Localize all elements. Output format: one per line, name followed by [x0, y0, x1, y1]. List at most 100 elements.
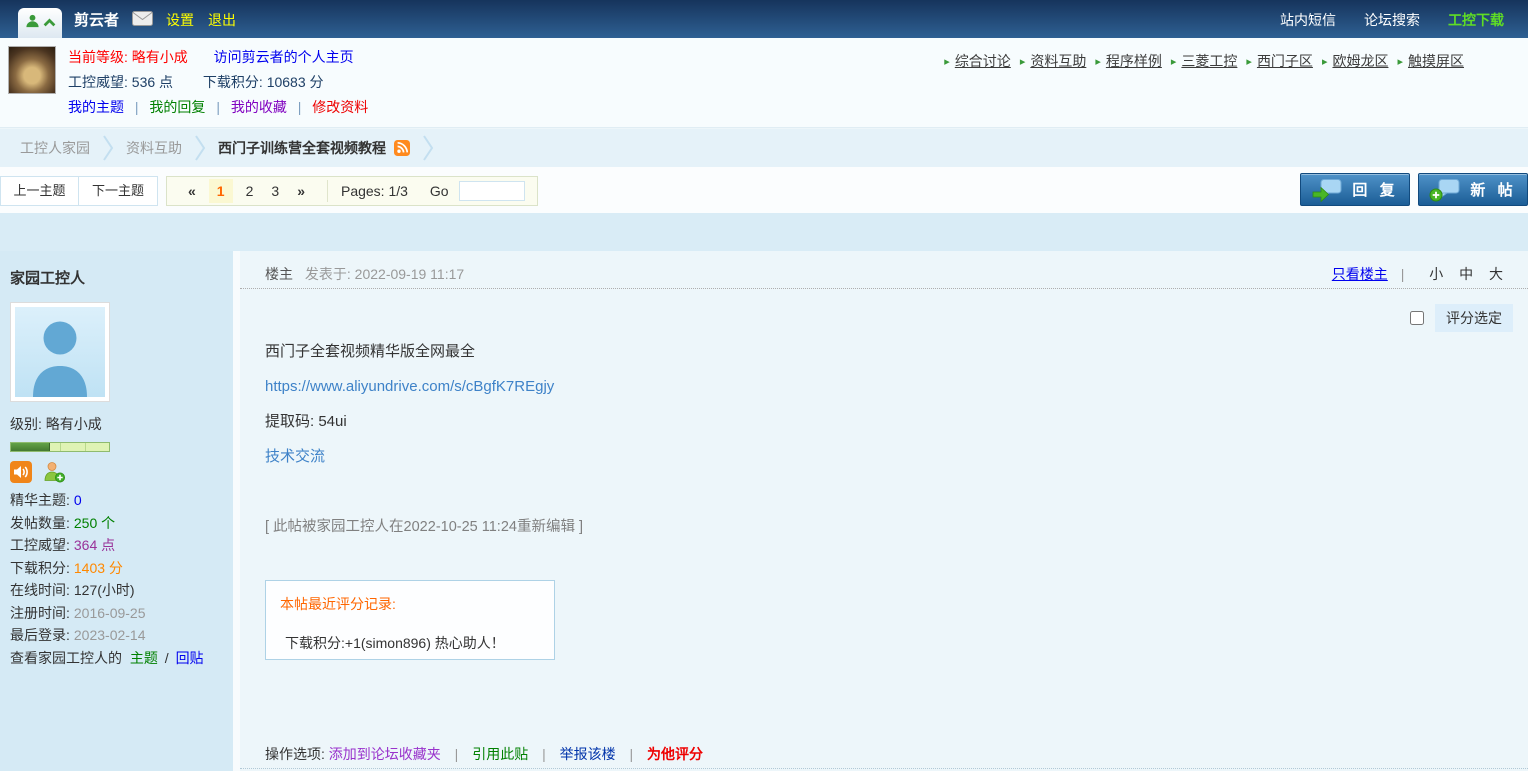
stat-label: 最后登录: [10, 627, 70, 643]
first-page-button[interactable]: « [188, 183, 196, 199]
speaker-icon[interactable] [10, 461, 32, 483]
aliyundrive-link[interactable]: https://www.aliyundrive.com/s/cBgfK7REgj… [265, 378, 554, 395]
breadcrumb: 工控人家园 资料互助 西门子训练营全套视频教程 [0, 129, 1528, 167]
breadcrumb-separator-icon [422, 134, 434, 162]
font-size-medium[interactable]: 中 [1459, 266, 1473, 282]
poster-avatar[interactable] [10, 302, 110, 402]
nav-omron[interactable]: 欧姆龙区 [1332, 51, 1388, 71]
settings-link[interactable]: 设置 [166, 10, 194, 30]
post-text-title: 西门子全套视频精华版全网最全 [265, 343, 1503, 361]
reply-bubble-icon [1311, 178, 1343, 202]
breadcrumb-home[interactable]: 工控人家园 [20, 138, 90, 158]
separator: | [135, 99, 139, 115]
spacer-band [0, 213, 1528, 251]
page-toolbar: 上一主题 下一主题 « 1 2 3 » Pages: 1/3 Go 回 复 新 … [0, 167, 1528, 213]
tech-exchange-link[interactable]: 技术交流 [265, 448, 325, 465]
nav-resource-help[interactable]: 资料互助 [1030, 51, 1086, 71]
current-level-text: 当前等级: 略有小成 [68, 49, 188, 65]
new-post-button[interactable]: 新 帖 [1418, 173, 1528, 206]
level-progress-fill [11, 443, 50, 451]
separator: | [1401, 266, 1405, 282]
only-op-link[interactable]: 只看楼主 [1332, 266, 1388, 282]
post-actions: 操作选项: 添加到论坛收藏夹 | 引用此贴 | 举报该楼 | 为他评分 [240, 744, 1528, 764]
nav-program-samples[interactable]: 程序样例 [1106, 51, 1162, 71]
forum-section-nav: ▸综合讨论 ▸资料互助 ▸程序样例 ▸三菱工控 ▸西门子区 ▸欧姆龙区 ▸触摸屏… [935, 51, 1464, 71]
stat-label: 下载积分: [10, 560, 70, 576]
user-avatar[interactable] [8, 46, 56, 94]
next-topic-button[interactable]: 下一主题 [79, 176, 158, 206]
separator: / [165, 650, 169, 666]
my-favorites-link[interactable]: 我的收藏 [231, 99, 287, 115]
avatar-silhouette-icon [15, 307, 105, 397]
post-extract-code: 提取码: 54ui [265, 413, 1503, 431]
page-button-1[interactable]: 1 [209, 179, 233, 203]
page-go-input[interactable] [459, 181, 525, 201]
poster-panel: 家园工控人 级别: 略有小成 精华主题:0 [0, 251, 233, 771]
chevron-up-icon [43, 14, 56, 32]
logout-link[interactable]: 退出 [208, 10, 236, 30]
rate-select-button[interactable]: 评分选定 [1435, 304, 1513, 332]
topbar-username[interactable]: 剪云者 [74, 9, 119, 30]
edit-note: [ 此帖被家园工控人在2022-10-25 11:24重新编辑 ] [265, 518, 1503, 536]
nav-general-discussion[interactable]: 综合讨论 [955, 51, 1011, 71]
thread-title: 西门子训练营全套视频教程 [218, 138, 386, 158]
forum-thread-page: 剪云者 设置 退出 站内短信 论坛搜索 工控下载 当前等级: 略有小成 访问剪云… [0, 0, 1528, 771]
arrow-bullet-icon: ▸ [1246, 55, 1252, 68]
add-favorite-link[interactable]: 添加到论坛收藏夹 [329, 746, 441, 762]
rate-user-link[interactable]: 为他评分 [647, 746, 703, 762]
stat-prestige: 364 点 [74, 537, 115, 553]
rating-record-title: 本帖最近评分记录: [280, 594, 554, 614]
rate-checkbox[interactable] [1410, 311, 1424, 325]
view-replies-link[interactable]: 回贴 [176, 650, 204, 666]
page-button-3[interactable]: 3 [271, 183, 279, 199]
stat-label: 工控威望: [10, 537, 70, 553]
stat-label: 注册时间: [10, 605, 70, 621]
panel-divider [233, 251, 240, 771]
mail-icon[interactable] [132, 11, 153, 31]
font-size-large[interactable]: 大 [1489, 266, 1503, 282]
nav-siemens[interactable]: 西门子区 [1257, 51, 1313, 71]
prev-topic-button[interactable]: 上一主题 [0, 176, 79, 206]
prestige-text: 工控威望: 536 点 [68, 74, 173, 90]
my-topics-link[interactable]: 我的主题 [68, 99, 124, 115]
post-body: 西门子全套视频精华版全网最全 https://www.aliyundrive.c… [240, 332, 1528, 660]
add-friend-icon[interactable] [43, 461, 65, 483]
thread-action-buttons: 回 复 新 帖 [1300, 173, 1528, 206]
arrow-bullet-icon: ▸ [1020, 55, 1026, 68]
site-messages-link[interactable]: 站内短信 [1280, 10, 1336, 30]
arrow-bullet-icon: ▸ [944, 55, 950, 68]
stat-online-hours: 127(小时) [74, 582, 135, 598]
last-page-button[interactable]: » [297, 183, 305, 199]
my-replies-link[interactable]: 我的回复 [149, 99, 205, 115]
edit-profile-link[interactable]: 修改资料 [312, 99, 368, 115]
profile-home-link[interactable]: 访问剪云者的个人主页 [214, 49, 354, 65]
poster-stats: 精华主题:0 发帖数量:250 个 工控威望:364 点 下载积分:1403 分… [10, 489, 233, 647]
stat-label: 精华主题: [10, 492, 70, 508]
post-area: 楼主 发表于: 2022-09-19 11:17 只看楼主 | 小 中 大 评分… [240, 251, 1528, 771]
page-button-2[interactable]: 2 [246, 183, 254, 199]
reply-button[interactable]: 回 复 [1300, 173, 1410, 206]
user-menu-tab[interactable] [18, 8, 62, 38]
post-timestamp: 发表于: 2022-09-19 11:17 [305, 266, 464, 282]
report-post-link[interactable]: 举报该楼 [560, 746, 616, 762]
rss-icon[interactable] [394, 140, 410, 156]
view-topics-link[interactable]: 主题 [130, 650, 158, 666]
arrow-bullet-icon: ▸ [1171, 55, 1177, 68]
font-size-small[interactable]: 小 [1429, 266, 1443, 282]
floor-label: 楼主 [265, 266, 293, 282]
user-icon [25, 13, 40, 34]
reply-button-label: 回 复 [1352, 179, 1398, 200]
poster-username[interactable]: 家园工控人 [0, 251, 233, 288]
topbar: 剪云者 设置 退出 站内短信 论坛搜索 工控下载 [0, 0, 1528, 38]
topbar-right-links: 站内短信 论坛搜索 工控下载 [1280, 10, 1504, 30]
forum-search-link[interactable]: 论坛搜索 [1364, 10, 1420, 30]
post-header: 楼主 发表于: 2022-09-19 11:17 只看楼主 | 小 中 大 [240, 251, 1528, 289]
view-prefix: 查看家园工控人的 [10, 650, 122, 666]
separator: | [630, 746, 634, 762]
rating-record-box: 本帖最近评分记录: 下载积分:+1(simon896) 热心助人！ [265, 580, 555, 660]
breadcrumb-section[interactable]: 资料互助 [126, 138, 182, 158]
quote-post-link[interactable]: 引用此贴 [472, 746, 528, 762]
nav-mitsubishi[interactable]: 三菱工控 [1181, 51, 1237, 71]
nav-touchscreen[interactable]: 触摸屏区 [1408, 51, 1464, 71]
download-link[interactable]: 工控下载 [1448, 10, 1504, 30]
